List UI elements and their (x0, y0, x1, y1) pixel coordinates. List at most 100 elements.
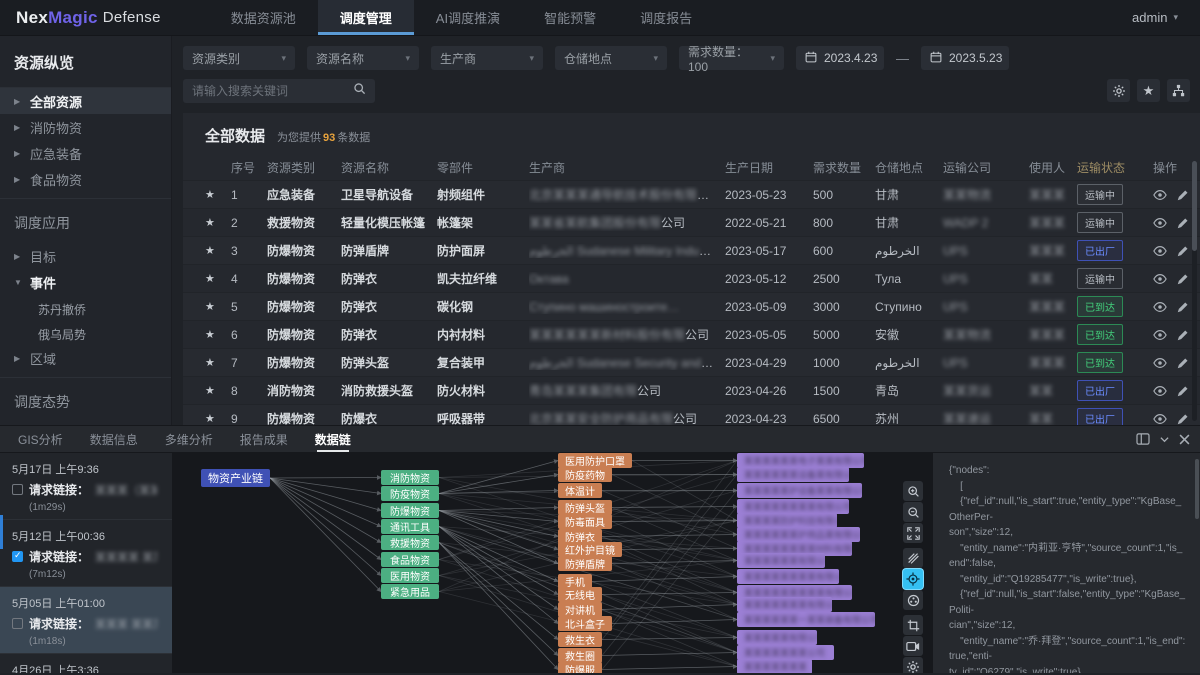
table-row[interactable]: ★8消防物资消防救援头盔防火材料青岛某某某集团有限公司2023-04-26150… (183, 376, 1200, 404)
graph-node-company[interactable]: 某某某某某某电子某某有限公司 (737, 453, 864, 468)
graph-node-root[interactable]: 物资产业链 (201, 469, 270, 487)
edit-icon[interactable] (1177, 273, 1189, 285)
graph-node-item[interactable]: 防疫药物 (558, 467, 612, 482)
nav-item-1[interactable]: 数据资源池 (209, 0, 318, 35)
table-row[interactable]: ★4防爆物资防弹衣凯夫拉纤维Октава2023-05-122500ТулаUP… (183, 264, 1200, 292)
bottom-tab-5[interactable]: 数据链 (315, 425, 351, 453)
table-row[interactable]: ★9防爆物资防爆衣呼吸器带北京某某安全防护用品有限公司2023-04-23650… (183, 404, 1200, 425)
nav-item-5[interactable]: 调度报告 (618, 0, 714, 35)
graph-node-category[interactable]: 防疫物资 (381, 486, 439, 501)
edit-icon[interactable] (1177, 189, 1189, 201)
bottom-tab-1[interactable]: GIS分析 (18, 425, 63, 453)
edit-icon[interactable] (1177, 385, 1189, 397)
graph-node-item[interactable]: 救生圈 (558, 648, 602, 663)
star-icon[interactable]: ★ (205, 188, 231, 201)
search-box[interactable] (183, 79, 375, 103)
favorite-button[interactable]: ★ (1137, 79, 1160, 102)
record-button[interactable] (903, 636, 923, 656)
sitemap-button[interactable] (1167, 79, 1190, 102)
sidebar-item[interactable]: ▶消防物资 (0, 114, 171, 140)
graph-node-company[interactable]: 某某某某某有限公司 (737, 630, 817, 645)
graph-node-company[interactable]: 某某某某防护科技有限公司 (737, 513, 837, 528)
date-to-picker[interactable]: 2023.5.23 (921, 46, 1009, 70)
sidebar-item[interactable]: ▶全部资源 (0, 88, 171, 114)
star-icon[interactable]: ★ (205, 384, 231, 397)
graph-node-company[interactable]: 某某某某某某有限公司 (737, 553, 825, 568)
json-scrollbar[interactable] (1195, 459, 1199, 519)
date-from-picker[interactable]: 2023.4.23 (796, 46, 884, 70)
nav-item-4[interactable]: 智能预警 (522, 0, 618, 35)
sidebar-item[interactable]: ▶应急装备 (0, 140, 171, 166)
sidebar-item[interactable]: ▼事件 (0, 269, 171, 295)
request-checkbox[interactable] (12, 618, 23, 629)
graph-node-company[interactable]: 某某某某某某某某有限公司 (737, 569, 839, 584)
view-icon[interactable] (1153, 413, 1167, 425)
bottom-tab-3[interactable]: 多维分析 (165, 425, 213, 453)
edit-icon[interactable] (1177, 357, 1189, 369)
graph-node-company[interactable]: 某某某某某某某 (737, 659, 812, 673)
view-icon[interactable] (1153, 273, 1167, 285)
graph-node-item[interactable]: 体温计 (558, 483, 602, 498)
edit-icon[interactable] (1177, 245, 1189, 257)
table-row[interactable]: ★1应急装备卫星导航设备射频组件北京某某某通导航技术股份有限公司2023-05-… (183, 180, 1200, 208)
graph-node-item[interactable]: 北斗盒子 (558, 616, 612, 631)
star-icon[interactable]: ★ (205, 356, 231, 369)
star-icon[interactable]: ★ (205, 272, 231, 285)
table-row[interactable]: ★6防爆物资防弹衣内衬材料某某某某某某新材料股份有限公司2023-05-0550… (183, 320, 1200, 348)
edge-style-button[interactable] (903, 548, 923, 568)
graph-node-item[interactable]: 防毒面具 (558, 514, 612, 529)
request-list-scrollbar[interactable] (0, 515, 3, 549)
filter-dropdown-2[interactable]: 资源名称▾ (307, 46, 419, 70)
request-item[interactable]: 4月26日 上午3:36请求链接：某 某某某 某某…(1m21s) (0, 654, 172, 673)
graph-node-company[interactable]: 某某某某某某某公司 (737, 645, 834, 660)
request-checkbox[interactable] (12, 484, 23, 495)
edit-icon[interactable] (1177, 217, 1189, 229)
graph-settings-button[interactable] (903, 657, 923, 673)
locate-button[interactable] (903, 569, 923, 589)
graph-node-category[interactable]: 救援物资 (381, 535, 439, 550)
sidebar-item[interactable]: ▶目标 (0, 243, 171, 269)
graph-node-item[interactable]: 医用防护口罩 (558, 453, 632, 468)
table-scrollbar[interactable] (1192, 161, 1197, 421)
graph-node-category[interactable]: 紧急用品 (381, 584, 439, 599)
view-icon[interactable] (1153, 385, 1167, 397)
zoom-out-button[interactable] (903, 502, 923, 522)
search-icon[interactable] (353, 82, 366, 100)
star-icon[interactable]: ★ (205, 300, 231, 313)
graph-node-item[interactable]: 红外护目镜 (558, 542, 622, 557)
bottom-tab-2[interactable]: 数据信息 (90, 425, 138, 453)
filter-dropdown-4[interactable]: 仓储地点▾ (555, 46, 667, 70)
sidebar-subitem[interactable]: 俄乌局势 (0, 320, 171, 345)
view-icon[interactable] (1153, 329, 1167, 341)
fit-screen-button[interactable] (903, 523, 923, 543)
table-row[interactable]: ★3防爆物资防弹盾牌防护面屏الخرطوم Sudanese Military … (183, 236, 1200, 264)
panel-layout-icon[interactable] (1136, 433, 1150, 445)
star-icon[interactable]: ★ (205, 244, 231, 257)
graph-node-company[interactable]: 某某某某某某某某有限公司 (737, 499, 849, 514)
request-item[interactable]: 5月17日 上午9:36请求链接：某某某（某某某某某）…(1m29s) (0, 453, 172, 520)
edit-icon[interactable] (1177, 413, 1189, 425)
zoom-in-button[interactable] (903, 481, 923, 501)
filter-dropdown-1[interactable]: 资源类别▾ (183, 46, 295, 70)
graph-node-company[interactable]: 某某某某某某护用品某有限公司 (737, 527, 860, 542)
table-row[interactable]: ★2救援物资轻量化模压帐篷帐篷架某某省某航集团股份有限公司2022-05-218… (183, 208, 1200, 236)
theme-button[interactable] (903, 590, 923, 610)
view-icon[interactable] (1153, 357, 1167, 369)
edit-icon[interactable] (1177, 301, 1189, 313)
search-input[interactable] (192, 84, 342, 98)
graph-node-category[interactable]: 消防物资 (381, 470, 439, 485)
table-row[interactable]: ★5防爆物资防弹衣碳化钢Ступино машиностроите…2023-0… (183, 292, 1200, 320)
graph-node-category[interactable]: 食品物资 (381, 552, 439, 567)
request-item[interactable]: 5月05日 上午01:00请求链接：某某某 某某某某 某某…(1m18s) (0, 587, 172, 654)
view-icon[interactable] (1153, 189, 1167, 201)
close-icon[interactable] (1179, 434, 1190, 445)
nav-item-3[interactable]: AI调度推演 (414, 0, 522, 35)
graph-node-company[interactable]: 某某某某某护设备某某有限公司 (737, 483, 862, 498)
star-icon[interactable]: ★ (205, 412, 231, 425)
request-item[interactable]: 5月12日 上午00:36请求链接：某某某某 某某…(7m12s) (0, 520, 172, 587)
graph-node-category[interactable]: 通讯工具 (381, 519, 439, 534)
sidebar-subitem[interactable]: 苏丹撤侨 (0, 295, 171, 320)
sidebar-item[interactable]: ▶区域 (0, 345, 171, 371)
edit-icon[interactable] (1177, 329, 1189, 341)
snapshot-button[interactable] (903, 615, 923, 635)
